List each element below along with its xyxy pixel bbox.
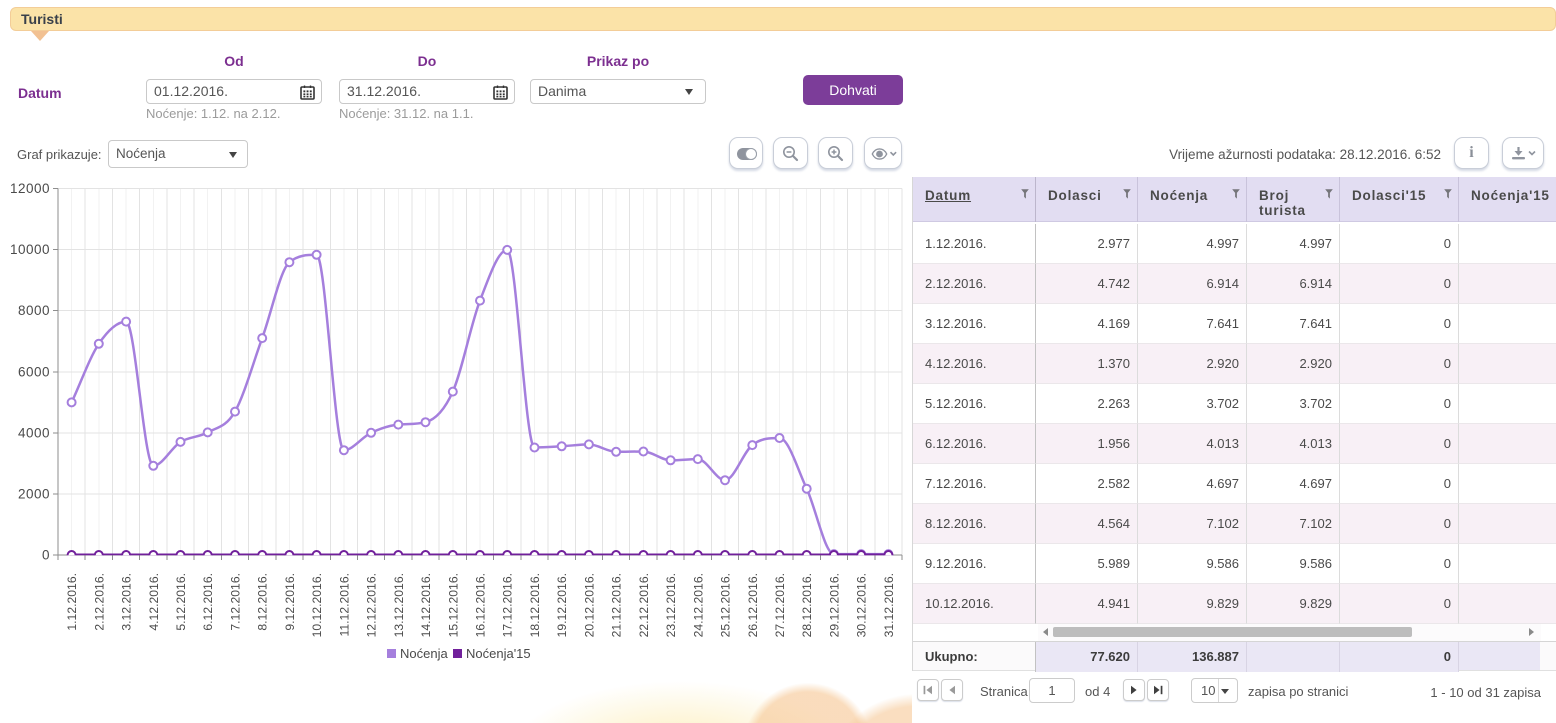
svg-text:23.12.2016.: 23.12.2016. xyxy=(664,573,678,637)
svg-text:12000: 12000 xyxy=(10,181,50,196)
svg-text:1.12.2016.: 1.12.2016. xyxy=(65,573,79,631)
svg-text:24.12.2016.: 24.12.2016. xyxy=(691,573,705,637)
svg-text:19.12.2016.: 19.12.2016. xyxy=(555,573,569,637)
svg-text:25.12.2016.: 25.12.2016. xyxy=(719,573,733,637)
svg-text:6.12.2016.: 6.12.2016. xyxy=(201,573,215,631)
svg-text:3.12.2016.: 3.12.2016. xyxy=(120,573,134,631)
svg-text:27.12.2016.: 27.12.2016. xyxy=(773,573,787,637)
svg-text:0: 0 xyxy=(42,548,50,563)
svg-text:13.12.2016.: 13.12.2016. xyxy=(392,573,406,637)
svg-text:9.12.2016.: 9.12.2016. xyxy=(283,573,297,631)
svg-text:2000: 2000 xyxy=(18,486,50,501)
svg-text:26.12.2016.: 26.12.2016. xyxy=(746,573,760,637)
svg-text:21.12.2016.: 21.12.2016. xyxy=(610,573,624,637)
svg-text:Noćenja: Noćenja xyxy=(400,646,448,661)
svg-text:30.12.2016.: 30.12.2016. xyxy=(855,573,869,637)
svg-text:16.12.2016.: 16.12.2016. xyxy=(474,573,488,637)
svg-text:7.12.2016.: 7.12.2016. xyxy=(229,573,243,631)
svg-text:8000: 8000 xyxy=(18,303,50,318)
svg-text:4000: 4000 xyxy=(18,425,50,440)
svg-text:31.12.2016.: 31.12.2016. xyxy=(882,573,896,637)
svg-text:22.12.2016.: 22.12.2016. xyxy=(637,573,651,637)
svg-text:11.12.2016.: 11.12.2016. xyxy=(337,573,351,636)
svg-text:8.12.2016.: 8.12.2016. xyxy=(256,573,270,631)
svg-text:10000: 10000 xyxy=(10,242,50,257)
svg-text:12.12.2016.: 12.12.2016. xyxy=(365,573,379,637)
svg-text:5.12.2016.: 5.12.2016. xyxy=(174,573,188,631)
svg-text:15.12.2016.: 15.12.2016. xyxy=(446,573,460,637)
svg-text:29.12.2016.: 29.12.2016. xyxy=(827,573,841,637)
svg-text:2.12.2016.: 2.12.2016. xyxy=(92,573,106,631)
svg-text:28.12.2016.: 28.12.2016. xyxy=(800,573,814,637)
svg-text:20.12.2016.: 20.12.2016. xyxy=(582,573,596,637)
svg-text:Noćenja'15: Noćenja'15 xyxy=(466,646,531,661)
svg-text:10.12.2016.: 10.12.2016. xyxy=(310,573,324,637)
svg-text:17.12.2016.: 17.12.2016. xyxy=(501,573,515,637)
svg-text:14.12.2016.: 14.12.2016. xyxy=(419,573,433,637)
svg-text:4.12.2016.: 4.12.2016. xyxy=(147,573,161,631)
svg-text:18.12.2016.: 18.12.2016. xyxy=(528,573,542,637)
svg-text:6000: 6000 xyxy=(18,364,50,379)
